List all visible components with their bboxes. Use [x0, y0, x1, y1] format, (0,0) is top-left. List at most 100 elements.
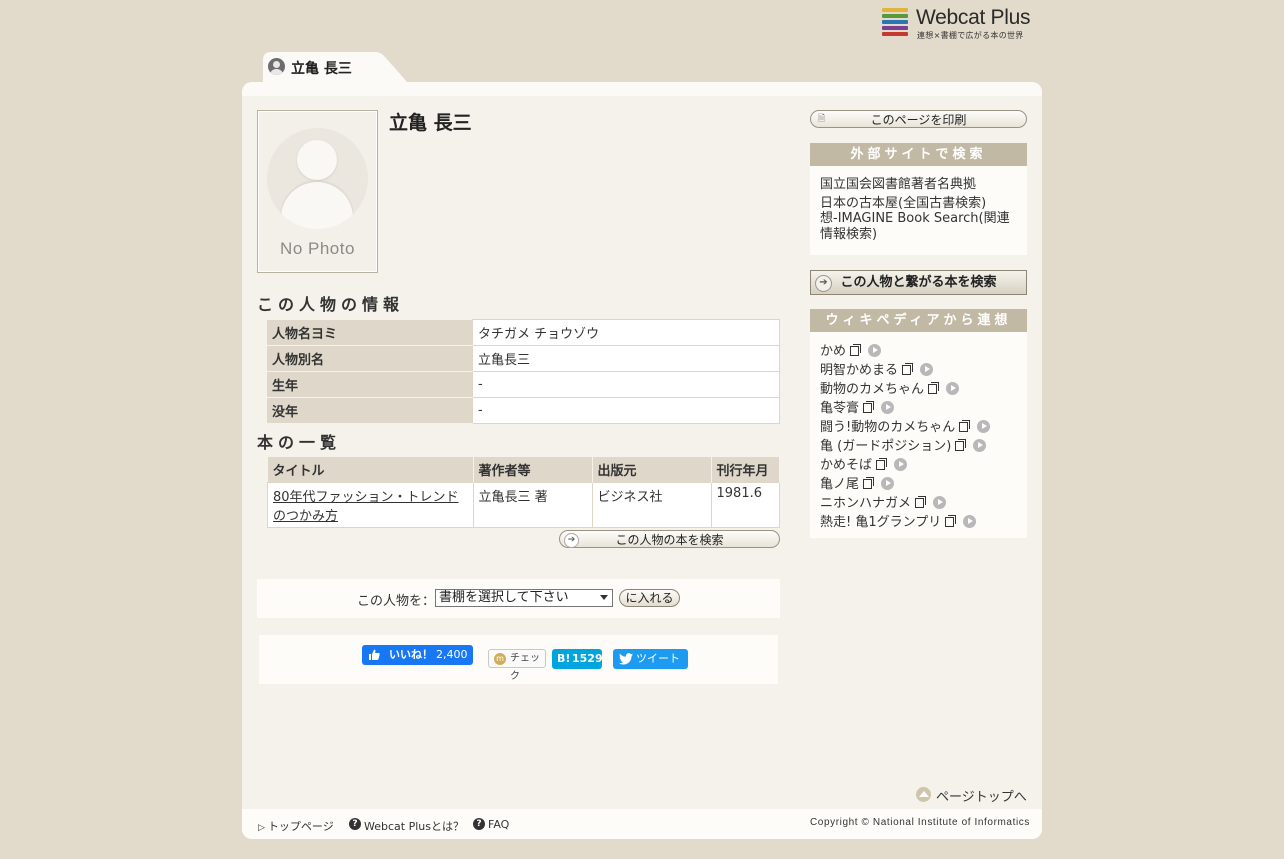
external-link-imagine[interactable]: 想-IMAGINE Book Search(関連情報検索) — [820, 211, 1020, 243]
page-top-label: ページトップへ — [936, 790, 1027, 805]
list-item: 亀苓膏 — [820, 397, 895, 416]
logo-wordmark: Webcat Plus — [916, 6, 1031, 29]
copy-icon[interactable] — [863, 476, 875, 489]
external-link-kosho[interactable]: 日本の古本屋(全国古書検索) — [820, 192, 986, 211]
list-item: 動物のカメちゃん — [820, 378, 960, 397]
person-icon — [268, 58, 285, 75]
bookshelf-select[interactable]: 書棚を選択して下さい — [435, 589, 613, 607]
column-header: 著作者等 — [473, 457, 593, 483]
info-label: 没年 — [267, 397, 473, 424]
associate-search-icon[interactable] — [933, 496, 947, 509]
copy-icon[interactable] — [876, 457, 888, 470]
footer-link-label: Webcat Plusとは？ — [364, 820, 464, 833]
info-value: - — [472, 371, 780, 398]
twitter-bird-icon — [619, 653, 633, 665]
no-photo-label: No Photo — [280, 239, 355, 258]
wiki-link[interactable]: 熱走! 亀1グランプリ — [820, 515, 941, 530]
bookshelf-form: この人物を： 書棚を選択して下さい に入れる — [257, 579, 780, 618]
wikipedia-heading: ウィキペディアから連想 — [810, 309, 1027, 332]
info-value: タチガメ チョウゾウ — [472, 319, 780, 346]
table-row: 生年 - — [267, 371, 780, 398]
column-header: 出版元 — [592, 457, 712, 483]
info-label: 人物別名 — [267, 345, 473, 372]
hatena-bookmark-button[interactable]: B! 1529 — [552, 649, 603, 669]
hatena-count: 1529 — [572, 652, 603, 665]
help-icon: ? — [473, 818, 485, 830]
fb-like-count: 2,400 — [436, 648, 468, 661]
wiki-link[interactable]: 亀ノ尾 — [820, 477, 859, 492]
wiki-link[interactable]: かめ — [820, 344, 846, 359]
footer-link-label: FAQ — [488, 818, 510, 831]
wiki-link[interactable]: かめそば — [820, 458, 872, 473]
list-item: かめそば — [820, 454, 908, 473]
external-link-ndl[interactable]: 国立国会図書館著者名典拠 — [820, 173, 976, 192]
list-item: ニホンハナガメ — [820, 492, 947, 511]
copy-icon[interactable] — [915, 495, 927, 508]
person-photo-placeholder: No Photo — [257, 110, 378, 273]
copy-icon[interactable] — [955, 438, 967, 451]
hatena-icon: B! — [557, 652, 571, 665]
button-label: この人物の本を検索 — [615, 533, 724, 547]
wikipedia-list: かめ 明智かめまる 動物のカメちゃん 亀苓膏 闘う!動物のカメちゃん 亀 (ガー… — [810, 332, 1027, 538]
copy-icon[interactable] — [863, 400, 875, 413]
list-item: 亀 (ガードポジション) — [820, 435, 987, 454]
add-to-shelf-button[interactable]: に入れる — [619, 589, 680, 607]
associate-search-icon[interactable] — [881, 401, 895, 414]
arrow-right-icon: ➔ — [564, 533, 579, 548]
button-label: このページを印刷 — [870, 113, 967, 127]
books-table: タイトル 著作者等 出版元 刊行年月 80年代ファッション・トレンドのつかみ方 … — [267, 457, 780, 528]
associate-search-icon[interactable] — [977, 420, 991, 433]
wiki-link[interactable]: 亀苓膏 — [820, 401, 859, 416]
table-row: 没年 - — [267, 397, 780, 424]
footer-link-top[interactable]: ▷ トップページ — [258, 818, 334, 834]
footer-link-faq[interactable]: ? FAQ — [473, 818, 509, 831]
connected-books-search-button[interactable]: ➔ この人物と繋がる本を検索 — [810, 270, 1027, 295]
wiki-link[interactable]: 動物のカメちゃん — [820, 382, 924, 397]
associate-search-icon[interactable] — [894, 458, 908, 471]
list-item: 熱走! 亀1グランプリ — [820, 511, 977, 530]
copy-icon[interactable] — [928, 381, 940, 394]
footer: ▷ トップページ ? Webcat Plusとは？ ? FAQ Copyright ©… — [242, 809, 1042, 839]
table-row: 人物別名 立亀長三 — [267, 345, 780, 372]
copy-icon[interactable] — [959, 419, 971, 432]
select-value: 書棚を選択して下さい — [439, 590, 569, 605]
wiki-link[interactable]: 闘う!動物のカメちゃん — [820, 420, 955, 435]
wiki-link[interactable]: 亀 (ガードポジション) — [820, 439, 951, 454]
table-row: 80年代ファッション・トレンドのつかみ方 立亀長三 著 ビジネス社 1981.6 — [267, 482, 780, 528]
associate-search-icon[interactable] — [868, 344, 882, 357]
list-item: かめ — [820, 340, 882, 359]
external-search-list: 国立国会図書館著者名典拠 日本の古本屋(全国古書検索) 想-IMAGINE Bo… — [810, 166, 1027, 255]
footer-link-about[interactable]: ? Webcat Plusとは？ — [349, 818, 464, 834]
wiki-link[interactable]: ニホンハナガメ — [820, 496, 911, 511]
associate-search-icon[interactable] — [973, 439, 987, 452]
arrow-right-icon: ➔ — [815, 275, 832, 292]
button-label: この人物と繋がる本を検索 — [840, 275, 997, 290]
person-info-table: 人物名ヨミ タチガメ チョウゾウ 人物別名 立亀長三 生年 - 没年 - — [267, 319, 780, 424]
column-header: タイトル — [267, 457, 474, 483]
help-icon: ? — [349, 818, 361, 830]
associate-search-icon[interactable] — [920, 363, 934, 376]
associate-search-icon[interactable] — [963, 515, 977, 528]
print-page-button[interactable]: 🗎 このページを印刷 — [810, 110, 1027, 128]
associate-search-icon[interactable] — [881, 477, 895, 490]
book-title-link[interactable]: 80年代ファッション・トレンドのつかみ方 — [273, 490, 459, 524]
mixi-icon: m — [494, 653, 506, 665]
facebook-like-button[interactable]: いいね！ 2,400 — [362, 645, 473, 665]
associate-search-icon[interactable] — [946, 382, 960, 395]
mixi-check-button[interactable]: m チェック — [488, 649, 546, 682]
table-header-row: タイトル 著作者等 出版元 刊行年月 — [267, 457, 780, 483]
copy-icon[interactable] — [902, 362, 914, 375]
social-buttons: いいね！ 2,400 m チェック B! 1529 ツイート — [259, 635, 778, 684]
copy-icon[interactable] — [945, 514, 957, 527]
document-icon: 🗎 — [817, 114, 826, 124]
search-person-books-button[interactable]: ➔ この人物の本を検索 — [559, 530, 780, 548]
mixi-label: チェック — [510, 653, 540, 682]
wiki-link[interactable]: 明智かめまる — [820, 363, 898, 378]
tweet-button[interactable]: ツイート — [613, 649, 688, 669]
list-item: 闘う!動物のカメちゃん — [820, 416, 991, 435]
list-item: 明智かめまる — [820, 359, 934, 378]
webcat-plus-logo[interactable]: Webcat Plus 連想×書棚で広がる本の世界 — [882, 6, 1042, 42]
logo-tagline: 連想×書棚で広がる本の世界 — [917, 31, 1024, 40]
copy-icon[interactable] — [850, 343, 862, 356]
chevron-down-icon — [600, 595, 608, 600]
